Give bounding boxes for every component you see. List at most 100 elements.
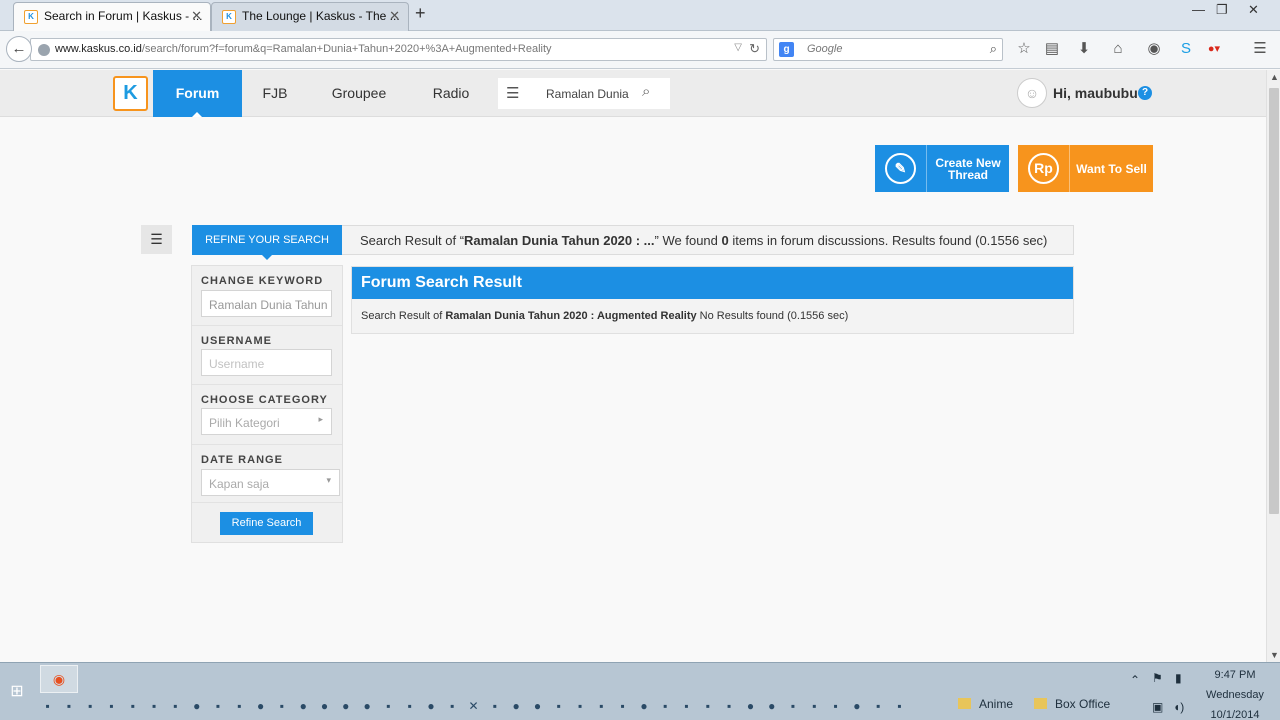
skype-icon[interactable]: S [1177,40,1195,58]
search-icon[interactable]: ⌕ [642,83,650,100]
app-icon[interactable]: ▪ [484,697,505,715]
date-range-select[interactable]: Kapan saja ▾ [201,469,340,496]
app-icon[interactable]: ▪ [889,697,910,715]
minimize-window-icon[interactable]: — [1192,2,1205,17]
app-icon[interactable]: ▪ [548,697,569,715]
refine-search-tab[interactable]: REFINE YOUR SEARCH [192,225,342,260]
app-icon[interactable]: ▪ [271,697,292,715]
app-icon[interactable]: ● [420,697,441,715]
app-icon[interactable]: ▪ [165,697,186,715]
network-icon[interactable]: ▣ [1152,700,1163,714]
app-icon[interactable]: ▪ [207,697,228,715]
browser-search-input[interactable]: g Google ⌕ [773,38,1003,61]
firefox-taskbar-button[interactable]: ◉ [40,665,78,693]
history-dropdown-icon[interactable]: ▽ [734,42,742,53]
app-icon[interactable]: ▪ [569,697,590,715]
app-icon[interactable]: ▪ [101,697,122,715]
site-identity-icon[interactable] [38,44,50,56]
browser-tab-lounge[interactable]: K The Lounge | Kaskus - The ... ✕ [211,2,409,31]
scroll-down-icon[interactable]: ▼ [1270,650,1279,660]
app-icon[interactable]: ▪ [37,697,58,715]
kaskus-logo[interactable]: K [113,76,148,111]
app-icon[interactable]: ▪ [80,697,101,715]
app-icon[interactable]: ● [186,697,207,715]
nav-groupee[interactable]: Groupee [322,70,396,117]
app-icon[interactable]: ▪ [122,697,143,715]
keyword-input[interactable]: Ramalan Dunia Tahun [201,290,332,317]
hamburger-menu-icon[interactable]: ☰ [1251,40,1269,58]
system-clock[interactable]: 9:47 PM Wednesday 10/1/2014 [1200,665,1270,720]
category-menu-icon[interactable]: ☰ [506,84,519,102]
app-icon[interactable]: ▪ [58,697,79,715]
app-icon[interactable]: ● [633,697,654,715]
adblock-icon[interactable]: ●▾ [1205,40,1223,58]
app-icon[interactable]: ▪ [591,697,612,715]
nav-fjb[interactable]: FJB [252,70,298,117]
username-field[interactable]: Username [201,349,332,376]
bookmark-star-icon[interactable]: ☆ [1015,40,1033,58]
scroll-up-icon[interactable]: ▲ [1270,72,1279,82]
app-icon[interactable]: ● [314,697,335,715]
nav-forum[interactable]: Forum [153,70,242,117]
pocket-icon[interactable]: ◉ [1145,40,1163,58]
app-icon[interactable]: ▪ [868,697,889,715]
app-icon[interactable]: ▪ [782,697,803,715]
app-icon[interactable]: ● [356,697,377,715]
create-new-thread-button[interactable]: ✎ Create New Thread [875,145,1009,192]
app-icon[interactable]: ▪ [229,697,250,715]
app-icon[interactable]: ▪ [825,697,846,715]
app-icon[interactable]: ● [335,697,356,715]
page-scrollbar[interactable]: ▲ ▼ [1266,70,1280,662]
help-icon[interactable]: ? [1138,86,1152,100]
google-engine-icon[interactable]: g [779,42,794,57]
back-button[interactable]: ← [6,36,32,62]
app-icon[interactable]: ● [250,697,271,715]
app-icon[interactable]: ✕ [463,697,484,715]
app-icon[interactable]: ▪ [719,697,740,715]
app-icon[interactable]: ▪ [399,697,420,715]
address-bar[interactable]: www.kaskus.co.id/search/forum?f=forum&q=… [30,38,767,61]
header-search-input[interactable]: Ramalan Dunia [546,87,629,101]
scrollbar-thumb[interactable] [1269,88,1279,514]
reload-icon[interactable]: ↻ [749,41,760,57]
taskbar-folder-anime[interactable]: Anime [958,697,1013,711]
browser-tab-search[interactable]: K Search in Forum | Kaskus - ... ✕ [13,2,211,31]
app-icon[interactable]: ▪ [143,697,164,715]
app-icon[interactable]: ▪ [655,697,676,715]
search-icon[interactable]: ⌕ [990,41,997,57]
new-tab-button[interactable]: + [415,3,426,24]
nav-radio[interactable]: Radio [425,70,477,117]
avatar[interactable]: ☺ [1017,78,1047,108]
restore-window-icon[interactable]: ❐ [1216,2,1228,18]
category-select[interactable]: Pilih Kategori ▸ [201,408,332,435]
taskbar-folder-box-office[interactable]: Box Office [1034,697,1110,711]
close-window-icon[interactable]: ✕ [1248,2,1259,18]
app-icon[interactable]: ▪ [442,697,463,715]
app-icon[interactable]: ● [506,697,527,715]
folder-label: Box Office [1055,697,1111,711]
battery-icon[interactable]: ▮ [1175,671,1182,685]
user-greeting[interactable]: Hi, maububu [1053,85,1138,101]
action-center-flag-icon[interactable]: ⚑ [1152,671,1163,685]
app-icon[interactable]: ● [740,697,761,715]
app-icon[interactable]: ● [527,697,548,715]
home-icon[interactable]: ⌂ [1109,40,1127,58]
close-tab-icon[interactable]: ✕ [191,8,202,24]
show-hidden-icons-icon[interactable]: ⌃ [1130,673,1140,687]
download-icon[interactable]: ⬇ [1075,40,1093,58]
app-icon[interactable]: ▪ [804,697,825,715]
app-icon[interactable]: ● [293,697,314,715]
close-tab-icon[interactable]: ✕ [389,8,400,24]
reading-list-icon[interactable]: ▤ [1043,40,1061,58]
want-to-sell-button[interactable]: Rp Want To Sell [1018,145,1153,192]
app-icon[interactable]: ● [761,697,782,715]
app-icon[interactable]: ▪ [612,697,633,715]
volume-icon[interactable]: ◖) [1173,700,1184,714]
app-icon[interactable]: ● [846,697,867,715]
app-icon[interactable]: ▪ [378,697,399,715]
windows-start-icon[interactable]: ⊞ [8,683,26,701]
app-icon[interactable]: ▪ [697,697,718,715]
sidebar-toggle-icon[interactable]: ☰ [141,225,172,254]
app-icon[interactable]: ▪ [676,697,697,715]
refine-search-button[interactable]: Refine Search [220,512,313,535]
